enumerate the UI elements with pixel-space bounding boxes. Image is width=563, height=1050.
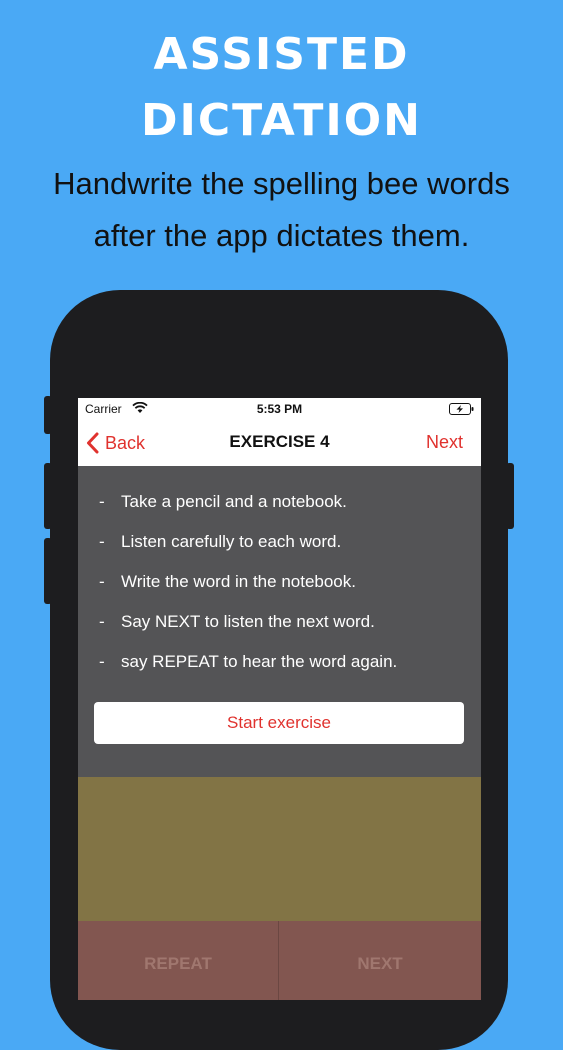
repeat-button[interactable]: REPEAT (78, 921, 278, 1000)
next-nav-button[interactable]: Next (426, 432, 463, 453)
promo-subtitle-line1: Handwrite the spelling bee words (53, 166, 510, 201)
bullet-dash: - (99, 492, 105, 511)
instruction-text: Write the word in the notebook. (121, 572, 356, 591)
navigation-bar: Back EXERCISE 4 Next (78, 420, 481, 466)
instructions-panel: - Take a pencil and a notebook. - Listen… (78, 466, 481, 777)
bullet-dash: - (99, 612, 105, 631)
instruction-text: Take a pencil and a notebook. (121, 492, 347, 511)
handwriting-area (78, 777, 481, 921)
next-word-button[interactable]: NEXT (279, 921, 481, 1000)
bullet-dash: - (99, 572, 105, 591)
instruction-text: say REPEAT to hear the word again. (121, 652, 398, 671)
instruction-text: Listen carefully to each word. (121, 532, 342, 551)
promo-headline-line2: DICTATION (140, 95, 423, 146)
instruction-item: - Say NEXT to listen the next word. (99, 612, 375, 632)
instruction-item: - say REPEAT to hear the word again. (99, 652, 397, 672)
status-bar: Carrier 5:53 PM (78, 398, 481, 420)
battery-charging-icon (449, 403, 475, 418)
instruction-text: Say NEXT to listen the next word. (121, 612, 375, 631)
promo-headline-line1: ASSISTED (153, 29, 410, 80)
phone-screen: Carrier 5:53 PM Back EXERCISE 4 Next - T… (78, 398, 481, 1000)
promo-subtitle-line2: after the app dictates them. (93, 218, 470, 253)
instruction-item: - Take a pencil and a notebook. (99, 492, 347, 512)
start-exercise-button[interactable]: Start exercise (94, 702, 464, 744)
instruction-item: - Write the word in the notebook. (99, 572, 356, 592)
bullet-dash: - (99, 652, 105, 671)
status-time: 5:53 PM (256, 402, 303, 416)
page-title: EXERCISE 4 (229, 432, 330, 451)
bullet-dash: - (99, 532, 105, 551)
instruction-item: - Listen carefully to each word. (99, 532, 341, 552)
